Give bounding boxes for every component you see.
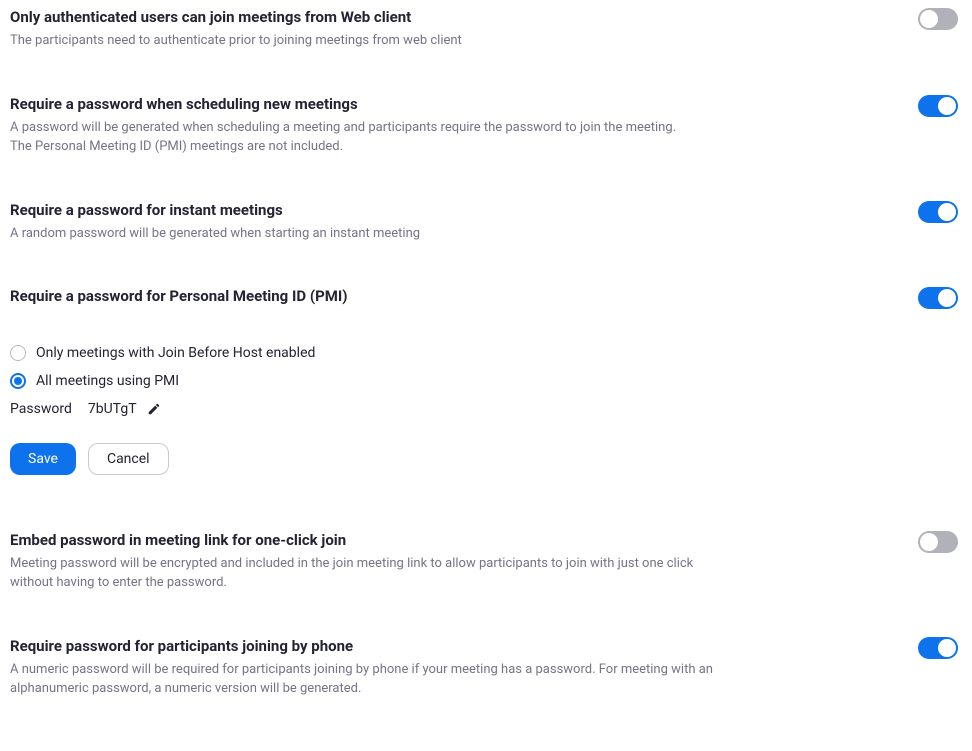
setting-title: Require a password when scheduling new m… <box>10 95 676 113</box>
radio-circle-icon <box>10 345 26 361</box>
password-label: Password <box>10 401 72 417</box>
setting-password-pmi-header: Require a password for Personal Meeting … <box>10 287 962 311</box>
toggle-password-schedule[interactable] <box>918 95 958 117</box>
setting-auth-web: Only authenticated users can join meetin… <box>10 8 962 51</box>
setting-title: Embed password in meeting link for one-c… <box>10 531 730 549</box>
desc-line-2: The Personal Meeting ID (PMI) meetings a… <box>10 138 676 157</box>
radio-all-pmi[interactable]: All meetings using PMI <box>10 373 962 389</box>
setting-description: Meeting password will be encrypted and i… <box>10 555 730 593</box>
setting-description: A random password will be generated when… <box>10 225 420 244</box>
setting-password-phone: Require password for participants joinin… <box>10 637 962 699</box>
toggle-auth-web[interactable] <box>918 8 958 30</box>
setting-text-block: Require a password for Personal Meeting … <box>10 287 348 311</box>
setting-description: A numeric password will be required for … <box>10 661 730 699</box>
setting-text-block: Require a password for instant meetings … <box>10 201 420 244</box>
setting-text-block: Only authenticated users can join meetin… <box>10 8 462 51</box>
setting-embed-password: Embed password in meeting link for one-c… <box>10 531 962 593</box>
setting-title: Only authenticated users can join meetin… <box>10 8 462 26</box>
setting-text-block: Require password for participants joinin… <box>10 637 730 699</box>
radio-label: Only meetings with Join Before Host enab… <box>36 345 315 361</box>
cancel-button[interactable]: Cancel <box>88 443 169 475</box>
setting-password-schedule: Require a password when scheduling new m… <box>10 95 962 157</box>
toggle-password-instant[interactable] <box>918 201 958 223</box>
setting-text-block: Require a password when scheduling new m… <box>10 95 676 157</box>
desc-line-1: A password will be generated when schedu… <box>10 119 676 138</box>
password-line: Password 7bUTgT <box>10 401 962 417</box>
setting-password-pmi: Require a password for Personal Meeting … <box>10 287 962 475</box>
radio-join-before-host[interactable]: Only meetings with Join Before Host enab… <box>10 345 962 361</box>
radio-label: All meetings using PMI <box>36 373 179 389</box>
setting-title: Require a password for instant meetings <box>10 201 420 219</box>
setting-title: Require a password for Personal Meeting … <box>10 287 348 305</box>
toggle-embed-password[interactable] <box>918 531 958 553</box>
setting-text-block: Embed password in meeting link for one-c… <box>10 531 730 593</box>
save-button[interactable]: Save <box>10 443 76 475</box>
setting-description: The participants need to authenticate pr… <box>10 32 462 51</box>
password-value: 7bUTgT <box>88 401 137 417</box>
setting-title: Require password for participants joinin… <box>10 637 730 655</box>
toggle-password-pmi[interactable] <box>918 287 958 309</box>
setting-password-instant: Require a password for instant meetings … <box>10 201 962 244</box>
edit-icon[interactable] <box>147 402 161 416</box>
setting-description: A password will be generated when schedu… <box>10 119 676 157</box>
button-row: Save Cancel <box>10 443 962 475</box>
toggle-password-phone[interactable] <box>918 637 958 659</box>
radio-circle-icon <box>10 373 26 389</box>
pmi-radio-group: Only meetings with Join Before Host enab… <box>10 345 962 389</box>
